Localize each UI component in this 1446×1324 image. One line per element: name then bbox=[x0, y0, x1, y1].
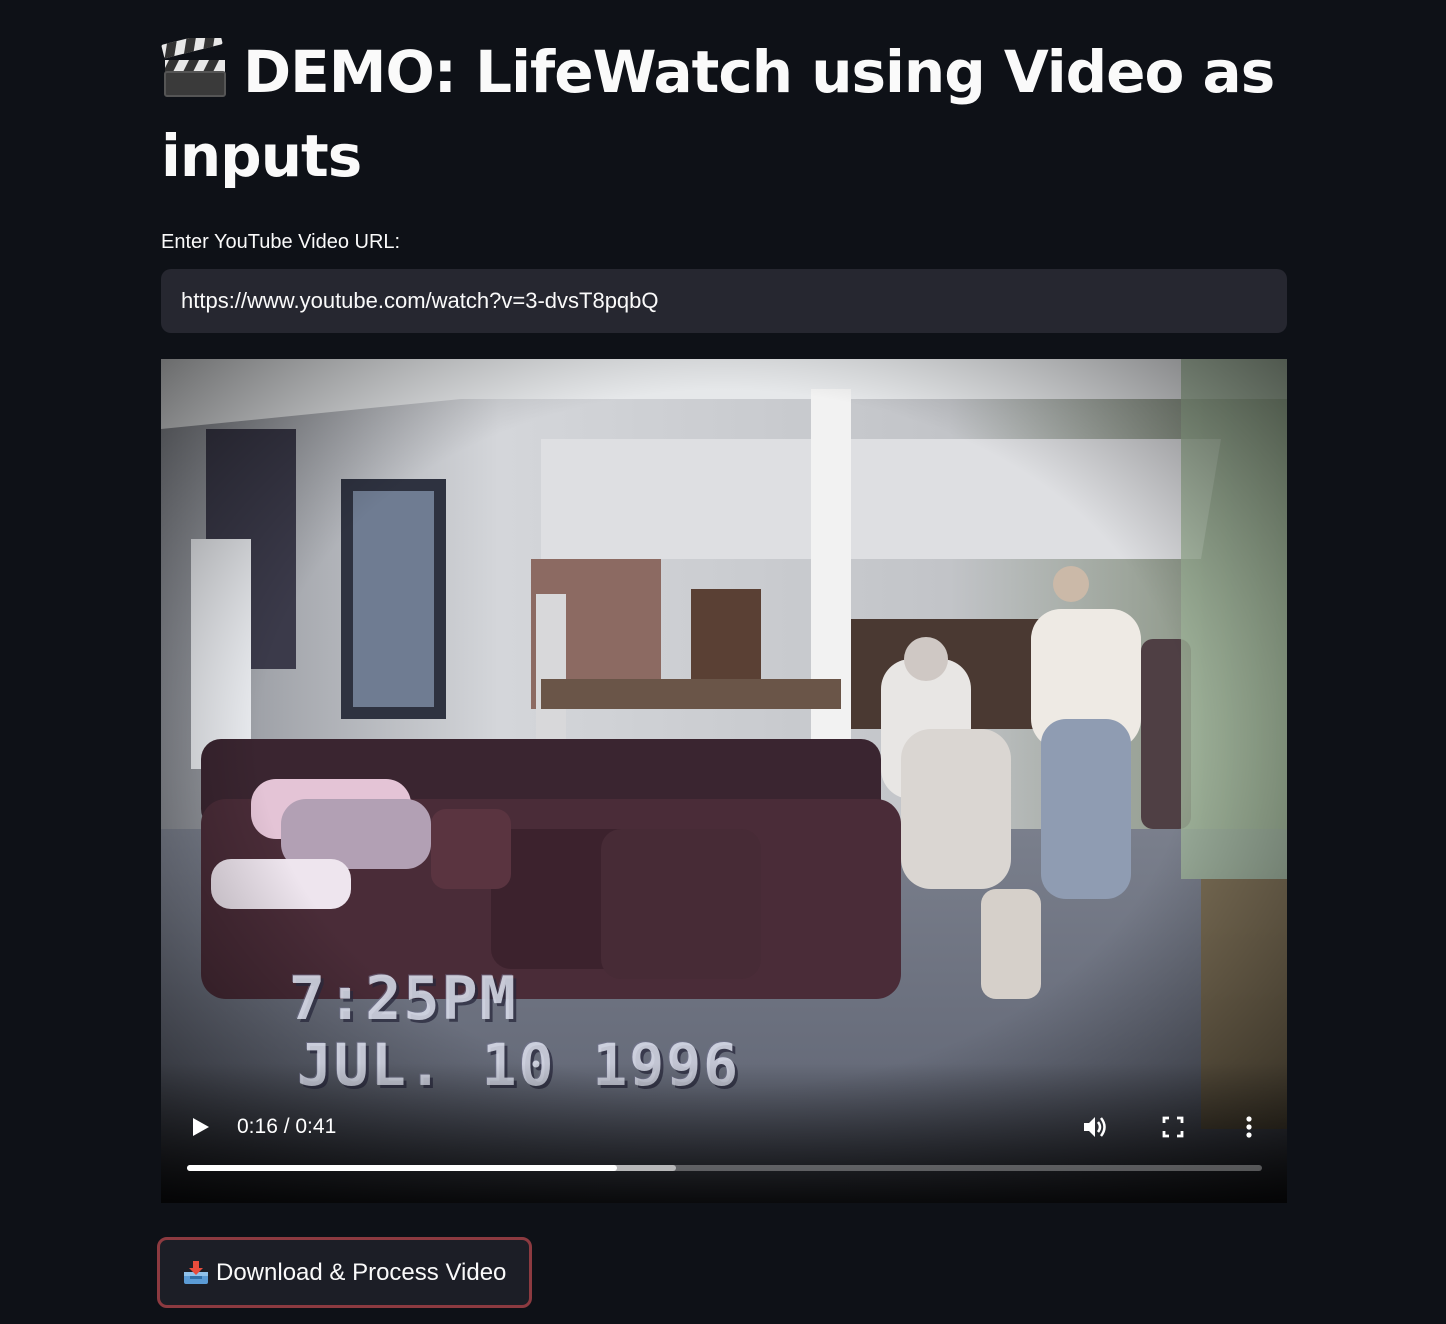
download-process-button-label: Download & Process Video bbox=[216, 1258, 507, 1286]
page-title: DEMO: LifeWatch using Video as inputs bbox=[161, 30, 1287, 198]
video-played-bar bbox=[187, 1165, 617, 1171]
video-time-display: 0:16 / 0:41 bbox=[237, 1115, 337, 1138]
youtube-url-input[interactable] bbox=[161, 269, 1287, 333]
video-progress-bar[interactable] bbox=[187, 1165, 1262, 1171]
more-options-icon[interactable] bbox=[1232, 1110, 1266, 1144]
clapper-board-icon bbox=[161, 38, 226, 97]
video-player[interactable]: 7:25PM JUL. 10 1996 0:16 / 0:41 bbox=[161, 359, 1287, 1203]
download-process-button[interactable]: Download & Process Video bbox=[157, 1237, 533, 1308]
inbox-tray-icon bbox=[184, 1260, 208, 1284]
fullscreen-icon[interactable] bbox=[1156, 1110, 1190, 1144]
url-field-label: Enter YouTube Video URL: bbox=[161, 231, 401, 253]
page-title-text: DEMO: LifeWatch using Video as inputs bbox=[161, 38, 1275, 190]
video-overlay-time: 7:25PM bbox=[289, 964, 518, 1034]
play-icon[interactable] bbox=[183, 1110, 217, 1144]
volume-icon[interactable] bbox=[1078, 1110, 1112, 1144]
